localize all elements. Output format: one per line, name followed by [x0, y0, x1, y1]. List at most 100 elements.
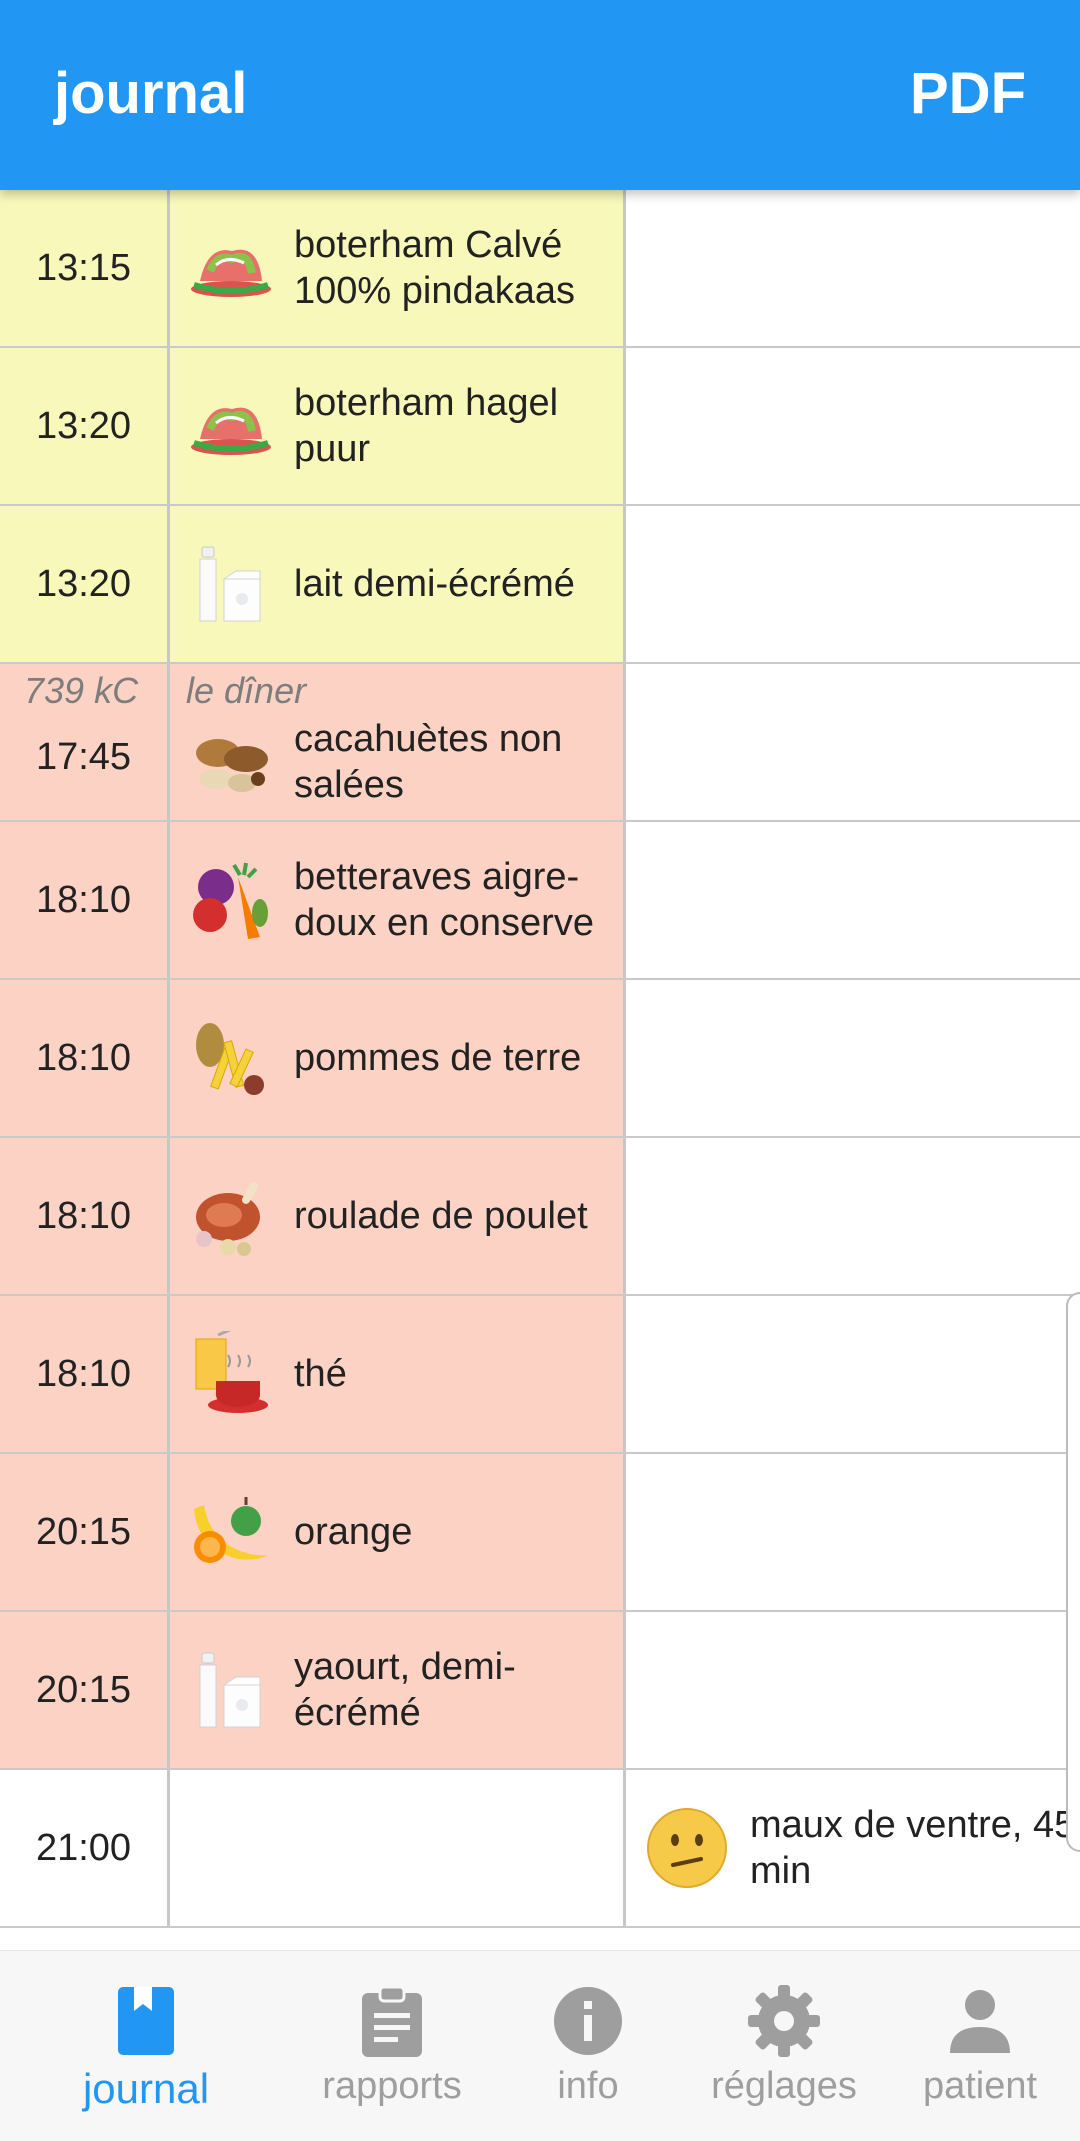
symptom-cell[interactable] — [626, 1296, 1080, 1452]
info-icon — [550, 1983, 626, 2059]
journal-row[interactable]: 13:15 boterham Calvé 100% pindakaas — [0, 190, 1080, 348]
nav-label: patient — [922, 2065, 1038, 2107]
nuts-icon — [188, 719, 274, 805]
side-drawer-handle[interactable] — [1066, 1292, 1080, 1852]
nav-patient[interactable]: patient — [880, 1951, 1080, 2141]
symptom-cell[interactable] — [626, 664, 1080, 820]
symptom-cell[interactable] — [626, 980, 1080, 1136]
nav-journal[interactable]: journal — [46, 1951, 246, 2141]
entry-time: 18:10 — [35, 1352, 132, 1395]
dairy-icon — [188, 541, 274, 627]
entry-time: 18:10 — [35, 1036, 132, 1079]
bread-spread-icon — [188, 225, 274, 311]
nav-label: rapports — [322, 2065, 462, 2107]
time-cell: 18:10 — [0, 822, 170, 978]
food-cell[interactable]: lait demi-écrémé — [170, 506, 626, 662]
nav-reglages[interactable]: réglages — [684, 1951, 884, 2141]
journal-table: 13:15 boterham Calvé 100% pindakaas 13:20… — [0, 190, 1080, 1928]
food-cell[interactable] — [170, 1770, 626, 1926]
food-cell[interactable]: yaourt, demi-écrémé — [170, 1612, 626, 1768]
drinks-icon — [188, 1331, 274, 1417]
pdf-button[interactable]: PDF — [910, 60, 1026, 127]
food-name: roulade de poulet — [294, 1195, 588, 1237]
journal-row[interactable]: 21:00 maux de ventre, 45 min — [0, 1770, 1080, 1928]
symptom-cell[interactable] — [626, 822, 1080, 978]
bread-spread-icon — [188, 383, 274, 469]
entry-time: 17:45 — [35, 735, 132, 778]
food-cell[interactable]: boterham Calvé 100% pindakaas — [170, 190, 626, 346]
symptom-cell[interactable] — [626, 190, 1080, 346]
symptom-text: maux de ventre, 45 min — [750, 1804, 1076, 1892]
entry-time: 18:10 — [35, 878, 132, 921]
journal-row[interactable]: 18:10 betteraves aigre-doux en conserve — [0, 822, 1080, 980]
time-cell: 20:15 — [0, 1454, 170, 1610]
bottom-navigation: journal rapports info réglages patient — [0, 1950, 1080, 2141]
entry-time: 21:00 — [35, 1826, 132, 1869]
vegetables-icon — [188, 857, 274, 943]
food-name: thé — [294, 1353, 347, 1395]
food-name: pommes de terre — [294, 1037, 582, 1079]
time-cell: 13:15 — [0, 190, 170, 346]
entry-time: 20:15 — [35, 1668, 132, 1711]
food-cell[interactable]: roulade de poulet — [170, 1138, 626, 1294]
journal-row[interactable]: 18:10 thé — [0, 1296, 1080, 1454]
food-cell[interactable]: boterham hagel puur — [170, 348, 626, 504]
symptom-cell[interactable] — [626, 506, 1080, 662]
nav-label: info — [557, 2065, 619, 2107]
entry-time: 13:20 — [35, 562, 132, 605]
confused-face-icon — [646, 1807, 728, 1889]
journal-row[interactable]: 20:15 orange — [0, 1454, 1080, 1612]
food-name: lait demi-écrémé — [294, 563, 575, 605]
entry-time: 13:20 — [35, 404, 132, 447]
clipboard-icon — [354, 1983, 430, 2059]
potatoes-icon — [188, 1015, 274, 1101]
food-cell[interactable]: le dîner cacahuètes non salées — [170, 664, 626, 820]
symptom-cell[interactable]: maux de ventre, 45 min — [626, 1770, 1080, 1926]
bookmark-book-icon — [108, 1983, 184, 2059]
time-cell: 13:20 — [0, 348, 170, 504]
food-name: betteraves aigre-doux en conserve — [294, 856, 594, 944]
symptom-cell[interactable] — [626, 348, 1080, 504]
food-name: boterham hagel puur — [294, 382, 559, 470]
food-cell[interactable]: pommes de terre — [170, 980, 626, 1136]
time-cell: 739 kC 17:45 — [0, 664, 170, 820]
nav-rapports[interactable]: rapports — [292, 1951, 492, 2141]
dairy-icon — [188, 1647, 274, 1733]
app-bar: journal PDF — [0, 0, 1080, 190]
nav-info[interactable]: info — [488, 1951, 688, 2141]
food-cell[interactable]: betteraves aigre-doux en conserve — [170, 822, 626, 978]
food-cell[interactable]: orange — [170, 1454, 626, 1610]
food-name: orange — [294, 1511, 413, 1553]
meal-kcal-label: 739 kC — [24, 670, 139, 711]
nav-label: réglages — [711, 2065, 857, 2107]
entry-time: 18:10 — [35, 1194, 132, 1237]
nav-label: journal — [82, 2065, 210, 2112]
symptom-cell[interactable] — [626, 1138, 1080, 1294]
time-cell: 21:00 — [0, 1770, 170, 1926]
food-name: boterham Calvé 100% pindakaas — [294, 224, 575, 312]
food-cell[interactable]: thé — [170, 1296, 626, 1452]
journal-row[interactable]: 13:20 boterham hagel puur — [0, 348, 1080, 506]
time-cell: 18:10 — [0, 1296, 170, 1452]
time-cell: 18:10 — [0, 1138, 170, 1294]
food-name: yaourt, demi-écrémé — [294, 1646, 516, 1734]
page-title: journal — [54, 61, 248, 126]
symptom-cell[interactable] — [626, 1612, 1080, 1768]
gear-icon — [746, 1983, 822, 2059]
journal-row[interactable]: 20:15 yaourt, demi-écrémé — [0, 1612, 1080, 1770]
symptom-cell[interactable] — [626, 1454, 1080, 1610]
food-name: cacahuètes non salées — [294, 718, 563, 806]
meat-icon — [188, 1173, 274, 1259]
journal-row[interactable]: 18:10 pommes de terre — [0, 980, 1080, 1138]
journal-row[interactable]: 13:20 lait demi-écrémé — [0, 506, 1080, 664]
fruit-icon — [188, 1489, 274, 1575]
entry-time: 20:15 — [35, 1510, 132, 1553]
entry-time: 13:15 — [35, 246, 132, 289]
person-icon — [942, 1983, 1018, 2059]
journal-row[interactable]: 18:10 roulade de poulet — [0, 1138, 1080, 1296]
time-cell: 18:10 — [0, 980, 170, 1136]
time-cell: 13:20 — [0, 506, 170, 662]
journal-row[interactable]: 739 kC 17:45 le dîner cacahuètes non salée… — [0, 664, 1080, 822]
meal-name-label: le dîner — [186, 670, 307, 711]
time-cell: 20:15 — [0, 1612, 170, 1768]
